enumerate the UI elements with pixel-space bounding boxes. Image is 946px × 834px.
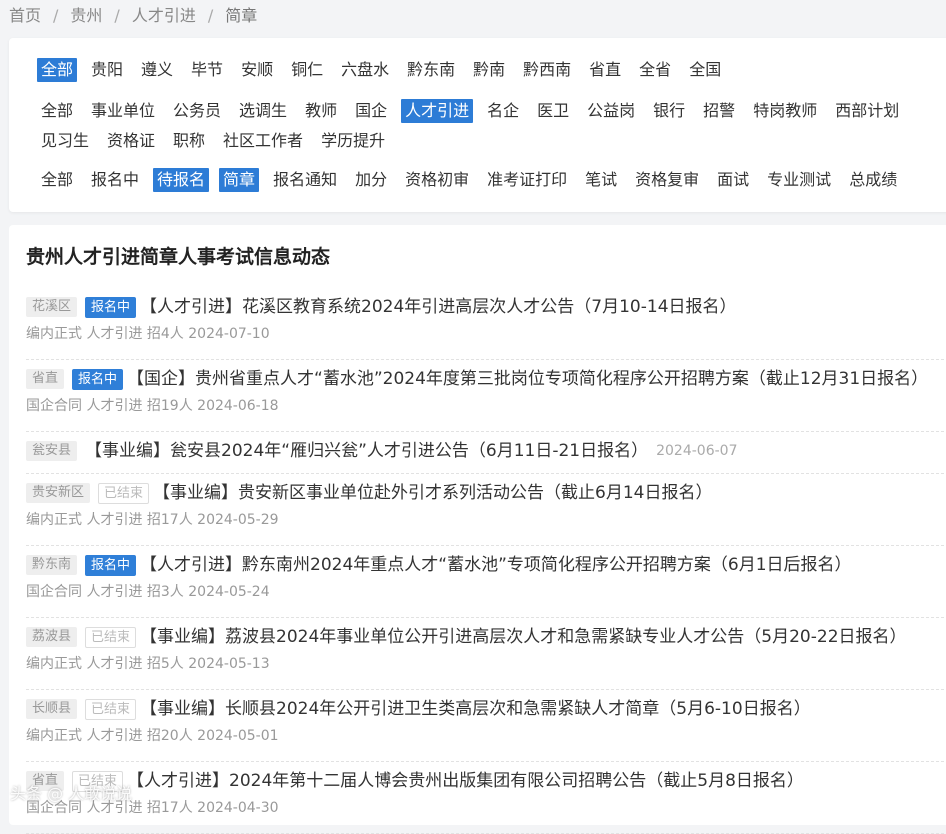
list-item[interactable]: 花溪区 报名中 【人才引进】花溪区教育系统2024年引进高层次人才公告（7月10-1… xyxy=(26,295,946,360)
category-option[interactable]: 名企 xyxy=(483,99,523,123)
category-option[interactable]: 特岗教师 xyxy=(749,99,821,123)
list-item[interactable]: 荔波县 已结束 【事业编】荔波县2024年事业单位公开引进高层次人才和急需紧缺专业人… xyxy=(26,625,946,690)
notice-meta: 编内正式 人才引进 招20人 2024-05-01 xyxy=(26,728,279,744)
list-item[interactable]: 省直 报名中 【国企】贵州省重点人才“蓄水池”2024年度第三批岗位专项简化程序公开… xyxy=(26,367,946,432)
watermark: 头条 @ 人敢说说 xyxy=(10,784,133,803)
notice-title-link[interactable]: 【事业编】长顺县2024年公开引进卫生类高层次和急需紧缺人才简章（5月6-10日… xyxy=(140,699,811,719)
category-option[interactable]: 事业单位 xyxy=(87,99,159,123)
region-option[interactable]: 毕节 xyxy=(187,58,227,82)
category-option[interactable]: 银行 xyxy=(649,99,689,123)
stage-filter: 全部 报名中 待报名 简章 报名通知 加分 资格初审 准考证打印 笔试 资格复审 面试 专业测试 总成绩 xyxy=(37,168,946,192)
category-option[interactable]: 资格证 xyxy=(103,129,159,153)
list-item[interactable]: 省直 已结束 【人才引进】2024年第十二届人博会贵州出版集团有限公司招聘公告（截止… xyxy=(26,769,946,834)
region-tag[interactable]: 花溪区 xyxy=(26,297,78,317)
region-option[interactable]: 六盘水 xyxy=(337,58,393,82)
category-option[interactable]: 学历提升 xyxy=(317,129,389,153)
region-tag[interactable]: 黔东南 xyxy=(26,555,78,575)
category-option[interactable]: 医卫 xyxy=(533,99,573,123)
region-option[interactable]: 安顺 xyxy=(237,58,277,82)
notice-meta: 编内正式 人才引进 招17人 2024-05-29 xyxy=(26,512,279,528)
region-option[interactable]: 黔东南 xyxy=(403,58,459,82)
region-option[interactable]: 黔南 xyxy=(469,58,509,82)
region-option[interactable]: 全省 xyxy=(635,58,675,82)
region-tag[interactable]: 荔波县 xyxy=(26,627,78,647)
notice-meta: 国企合同 人才引进 招19人 2024-06-18 xyxy=(26,398,279,414)
category-option[interactable]: 社区工作者 xyxy=(219,129,307,153)
breadcrumb-guizhou[interactable]: 贵州 xyxy=(70,6,102,25)
breadcrumb: 首页 / 贵州 / 人才引进 / 简章 xyxy=(9,6,258,25)
stage-option[interactable]: 资格复审 xyxy=(631,168,703,192)
notice-title-link[interactable]: 【人才引进】黔东南州2024年重点人才“蓄水池”专项简化程序公开招聘方案（6月1… xyxy=(140,555,852,575)
region-tag[interactable]: 长顺县 xyxy=(26,699,78,719)
status-badge: 报名中 xyxy=(85,296,137,318)
region-tag[interactable]: 瓮安县 xyxy=(26,441,78,461)
region-option[interactable]: 铜仁 xyxy=(287,58,327,82)
list-item[interactable]: 长顺县 已结束 【事业编】长顺县2024年公开引进卫生类高层次和急需紧缺人才简章（5… xyxy=(26,697,946,762)
region-tag[interactable]: 贵安新区 xyxy=(26,483,91,503)
status-badge: 已结束 xyxy=(85,626,137,648)
region-tag[interactable]: 省直 xyxy=(26,369,65,389)
list-item[interactable]: 黔东南 报名中 【人才引进】黔东南州2024年重点人才“蓄水池”专项简化程序公开招聘… xyxy=(26,553,946,618)
status-badge: 报名中 xyxy=(72,368,124,390)
notice-title-link[interactable]: 【人才引进】2024年第十二届人博会贵州出版集团有限公司招聘公告（截止5月8日报… xyxy=(127,771,804,791)
category-option[interactable]: 选调生 xyxy=(235,99,291,123)
category-option[interactable]: 招警 xyxy=(699,99,739,123)
category-option[interactable]: 人才引进 xyxy=(401,99,474,123)
category-option[interactable]: 国企 xyxy=(351,99,391,123)
breadcrumb-current: 简章 xyxy=(225,6,258,25)
notice-title-link[interactable]: 【人才引进】花溪区教育系统2024年引进高层次人才公告（7月10-14日报名） xyxy=(140,297,736,317)
notice-list: 贵州人才引进简章人事考试信息动态 花溪区 报名中 【人才引进】花溪区教育系统2024… xyxy=(9,225,946,834)
notice-title-link[interactable]: 【国企】贵州省重点人才“蓄水池”2024年度第三批岗位专项简化程序公开招聘方案（… xyxy=(127,369,928,389)
filter-panel: 全部 贵阳 遵义 毕节 安顺 铜仁 六盘水 黔东南 黔南 黔西南 省直 全省 全国 全部 事业单位 公务员选… xyxy=(9,38,946,212)
stage-option[interactable]: 加分 xyxy=(351,168,391,192)
stage-option[interactable]: 全部 xyxy=(37,168,77,192)
stage-option[interactable]: 笔试 xyxy=(581,168,621,192)
list-title: 贵州人才引进简章人事考试信息动态 xyxy=(26,246,331,268)
notice-title-link[interactable]: 【事业编】瓮安县2024年“雁归兴瓮”人才引进公告（6月11日-21日报名） xyxy=(85,441,648,461)
category-option[interactable]: 公益岗 xyxy=(583,99,639,123)
region-filter: 全部 贵阳 遵义 毕节 安顺 铜仁 六盘水 黔东南 黔南 黔西南 省直 全省 全国 xyxy=(37,58,946,82)
region-option[interactable]: 全部 xyxy=(37,58,78,82)
breadcrumb-talent[interactable]: 人才引进 xyxy=(132,6,196,25)
status-badge: 报名中 xyxy=(85,554,137,576)
stage-option[interactable]: 专业测试 xyxy=(763,168,835,192)
category-filter: 全部 事业单位 公务员 选调生 教师 国企 人才引进 名企 医卫 公益岗 银行 招警 特岗教师 西部计划见… xyxy=(37,99,946,153)
list-item[interactable]: 瓮安县 【事业编】瓮安县2024年“雁归兴瓮”人才引进公告（6月11日-21日报名… xyxy=(26,439,946,474)
category-option[interactable]: 公务员 xyxy=(169,99,225,123)
region-option[interactable]: 遵义 xyxy=(137,58,177,82)
region-option[interactable]: 黔西南 xyxy=(519,58,575,82)
notice-title-link[interactable]: 【事业编】荔波县2024年事业单位公开引进高层次人才和急需紧缺专业人才公告（5月… xyxy=(140,627,906,647)
category-option[interactable]: 教师 xyxy=(301,99,341,123)
status-badge: 已结束 xyxy=(98,482,150,504)
stage-option[interactable]: 总成绩 xyxy=(845,168,901,192)
category-option[interactable]: 职称 xyxy=(169,129,209,153)
region-option[interactable]: 省直 xyxy=(585,58,625,82)
category-option[interactable]: 西部计划 xyxy=(831,99,903,123)
category-option[interactable]: 全部 xyxy=(37,99,77,123)
stage-option[interactable]: 准考证打印 xyxy=(483,168,571,192)
notice-date: 2024-06-07 xyxy=(656,443,738,459)
notice-title-link[interactable]: 【事业编】贵安新区事业单位赴外引才系列活动公告（截止6月14日报名） xyxy=(153,483,712,503)
notice-meta: 编内正式 人才引进 招5人 2024-05-13 xyxy=(26,656,270,672)
stage-option[interactable]: 资格初审 xyxy=(401,168,473,192)
stage-option[interactable]: 简章 xyxy=(219,168,260,192)
notice-meta: 编内正式 人才引进 招4人 2024-07-10 xyxy=(26,326,270,342)
category-option[interactable]: 见习生 xyxy=(37,129,93,153)
breadcrumb-home[interactable]: 首页 xyxy=(9,6,41,25)
list-item[interactable]: 贵安新区 已结束 【事业编】贵安新区事业单位赴外引才系列活动公告（截止6月14日报名… xyxy=(26,481,946,546)
stage-option[interactable]: 待报名 xyxy=(153,168,210,192)
region-option[interactable]: 贵阳 xyxy=(87,58,127,82)
stage-option[interactable]: 报名通知 xyxy=(269,168,341,192)
notice-meta: 国企合同 人才引进 招3人 2024-05-24 xyxy=(26,584,270,600)
stage-option[interactable]: 报名中 xyxy=(87,168,143,192)
status-badge: 已结束 xyxy=(85,698,137,720)
stage-option[interactable]: 面试 xyxy=(713,168,753,192)
region-option[interactable]: 全国 xyxy=(685,58,725,82)
